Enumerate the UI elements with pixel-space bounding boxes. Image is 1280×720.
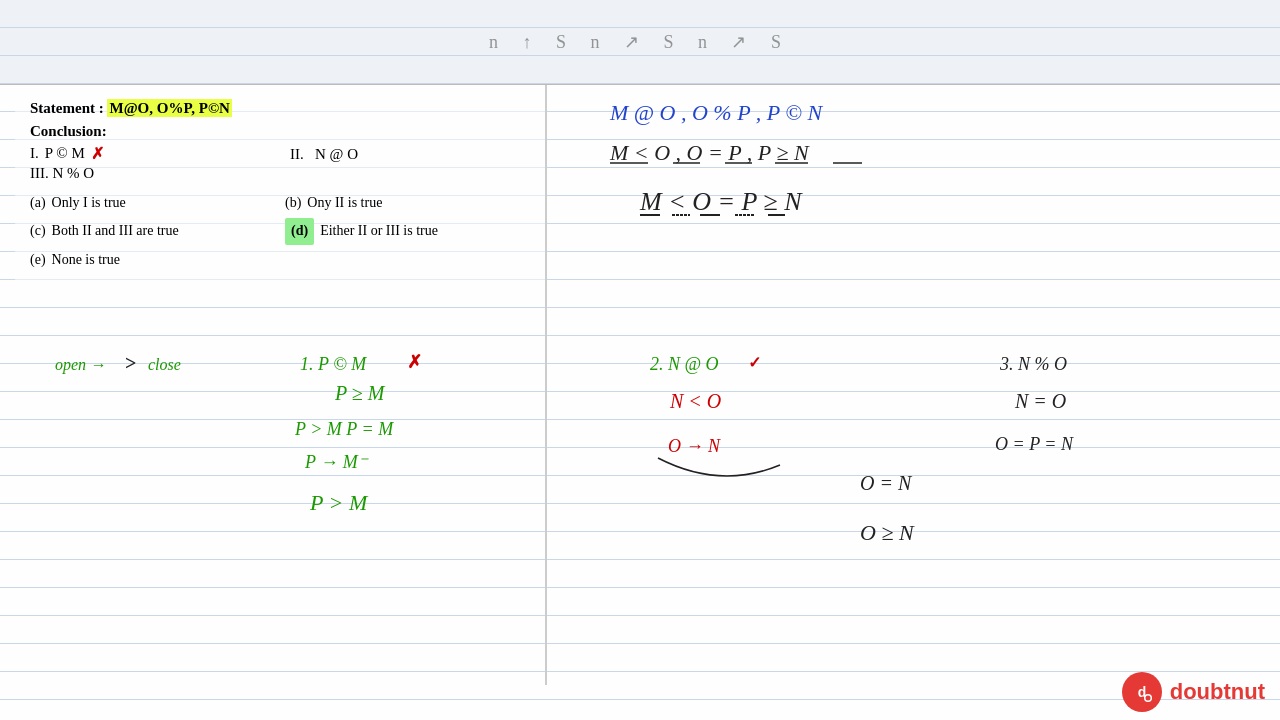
option-a: (a) Only I is true bbox=[30, 192, 275, 214]
logo-icon: d bbox=[1122, 672, 1162, 712]
option-b: (b) Ony II is true bbox=[285, 192, 530, 214]
top-equations: n ↑ S n ↗ S n ↗ S bbox=[489, 31, 791, 53]
option-b-text: Ony II is true bbox=[307, 192, 382, 214]
cross-mark-1: ✗ bbox=[91, 144, 104, 163]
option-d-text: Either II or III is true bbox=[320, 220, 438, 242]
question-panel: Statement : M@O, O%P, P©N Conclusion: I.… bbox=[15, 88, 545, 281]
option-c-label: (c) bbox=[30, 220, 46, 242]
option-c-text: Both II and III are true bbox=[52, 220, 179, 242]
options-grid: (a) Only I is true (b) Ony II is true (c… bbox=[30, 192, 530, 245]
roman-item-3: III. N % O bbox=[30, 165, 530, 182]
option-c: (c) Both II and III are true bbox=[30, 218, 275, 244]
statement-label: Statement : bbox=[30, 100, 104, 116]
option-a-label: (a) bbox=[30, 192, 46, 214]
vertical-divider bbox=[545, 85, 547, 685]
roman-item-1: I. P © M ✗ II. N @ O bbox=[30, 144, 530, 163]
option-e-text: None is true bbox=[52, 249, 120, 271]
option-e: (e) None is true bbox=[30, 249, 530, 271]
logo-area: d doubtnut bbox=[1122, 672, 1265, 712]
logo-text: doubtnut bbox=[1170, 679, 1265, 705]
option-e-label: (e) bbox=[30, 249, 46, 271]
option-b-label: (b) bbox=[285, 192, 301, 214]
conclusion-label: Conclusion: bbox=[30, 123, 530, 140]
option-d-highlight: (d) bbox=[285, 218, 314, 244]
option-a-text: Only I is true bbox=[52, 192, 126, 214]
roman-expr-1: P © M bbox=[45, 145, 85, 162]
top-bar: n ↑ S n ↗ S n ↗ S bbox=[0, 0, 1280, 85]
option-d-label: (d) bbox=[291, 223, 308, 238]
option-d: (d) Either II or III is true bbox=[285, 218, 530, 244]
roman-num-3: III. N % O bbox=[30, 165, 94, 182]
roman-num-2: II. N @ O bbox=[290, 146, 358, 162]
statement-line: Statement : M@O, O%P, P©N bbox=[30, 98, 530, 119]
statement-value: M@O, O%P, P©N bbox=[107, 99, 231, 117]
roman-num-1: I. bbox=[30, 145, 39, 162]
svg-point-34 bbox=[1145, 696, 1150, 701]
